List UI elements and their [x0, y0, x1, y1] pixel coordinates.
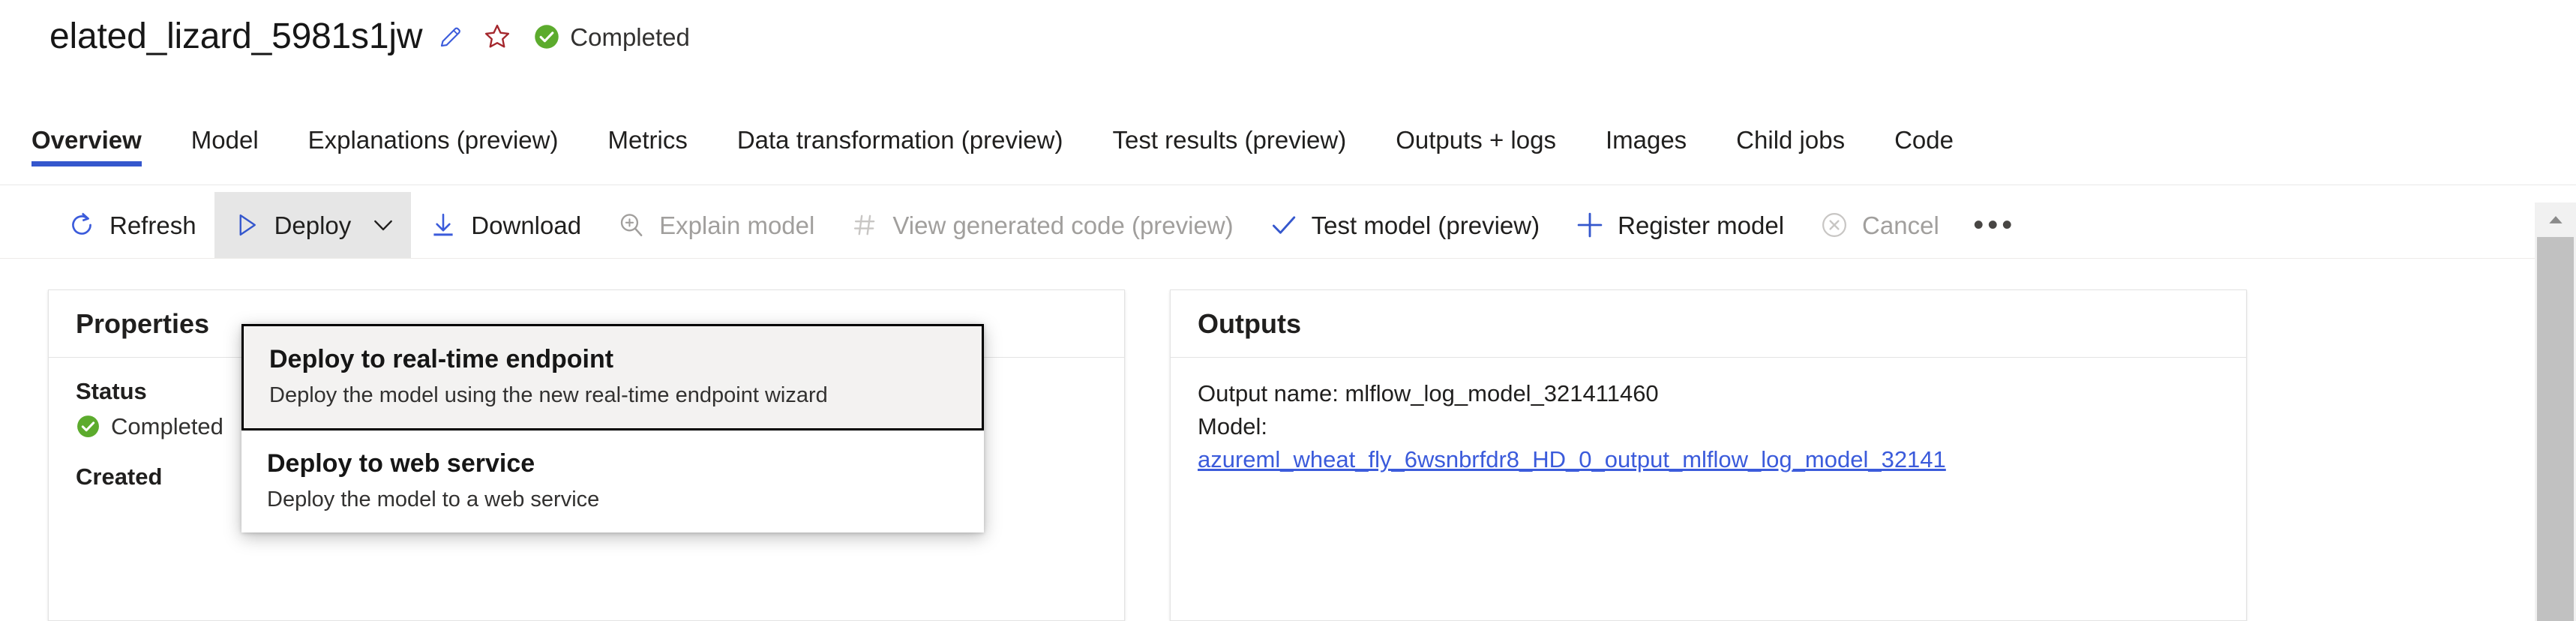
- tab-code[interactable]: Code: [1894, 120, 1954, 172]
- tab-label: Child jobs: [1736, 126, 1846, 154]
- tab-model[interactable]: Model: [191, 120, 259, 172]
- outputs-panel: Outputs Output name: mlflow_log_model_32…: [1170, 290, 2247, 621]
- refresh-icon: [67, 211, 96, 239]
- header-status: Completed: [533, 23, 690, 50]
- test-model-button[interactable]: Test model (preview): [1252, 192, 1558, 258]
- tab-label: Metrics: [607, 126, 688, 154]
- outputs-panel-header: Outputs: [1171, 290, 2246, 358]
- hash-icon: [850, 211, 879, 239]
- deploy-label: Deploy: [274, 211, 352, 239]
- scrollbar-thumb[interactable]: [2537, 237, 2574, 621]
- menu-item-title: Deploy to real-time endpoint: [269, 345, 614, 374]
- chevron-down-icon[interactable]: [370, 212, 396, 238]
- tab-metrics[interactable]: Metrics: [607, 120, 687, 172]
- magnifier-plus-icon: [617, 211, 646, 239]
- cancel-button[interactable]: Cancel: [1802, 192, 1957, 258]
- test-model-label: Test model (preview): [1311, 211, 1540, 239]
- tab-label: Code: [1894, 126, 1954, 154]
- check-circle-icon: [77, 415, 99, 437]
- cancel-circle-icon-glyph: [1822, 213, 1847, 237]
- view-generated-code-button[interactable]: View generated code (preview): [832, 192, 1251, 258]
- tab-label: Images: [1605, 126, 1687, 154]
- outputs-panel-title: Outputs: [1198, 308, 1301, 339]
- tab-explanations[interactable]: Explanations (preview): [308, 120, 559, 172]
- refresh-label: Refresh: [109, 211, 196, 239]
- tab-overview[interactable]: Overview: [31, 120, 142, 172]
- cancel-label: Cancel: [1862, 211, 1939, 239]
- tab-outputs-logs[interactable]: Outputs + logs: [1396, 120, 1556, 172]
- plus-icon-glyph: [1577, 212, 1603, 238]
- checkmark-icon-glyph: [1272, 216, 1295, 234]
- command-bar: Refresh Deploy Download Explain model Vi…: [0, 192, 2535, 258]
- check-circle-icon: [535, 25, 559, 49]
- vertical-scrollbar[interactable]: [2535, 202, 2576, 621]
- model-label: Model:: [1198, 413, 1268, 440]
- model-link[interactable]: azureml_wheat_fly_6wsnbrfdr8_HD_0_output…: [1198, 443, 1946, 476]
- register-model-label: Register model: [1618, 211, 1785, 239]
- play-triangle-icon: [232, 211, 261, 239]
- star-icon-glyph: [485, 24, 510, 48]
- hash-icon-glyph: [854, 214, 875, 236]
- register-model-button[interactable]: Register model: [1558, 192, 1802, 258]
- header-status-text: Completed: [570, 22, 690, 51]
- page-title: elated_lizard_5981s1jw: [49, 16, 423, 56]
- menu-item-description: Deploy the model to a web service: [267, 487, 600, 512]
- download-label: Download: [471, 211, 582, 239]
- tab-label: Model: [190, 126, 259, 154]
- tab-bar: Overview Model Explanations (preview) Me…: [0, 120, 2576, 186]
- deploy-dropdown-menu: Deploy to real-time endpoint Deploy the …: [241, 324, 984, 533]
- status-value: Completed: [111, 412, 223, 440]
- explain-model-button[interactable]: Explain model: [599, 192, 832, 258]
- output-name-line: Output name: mlflow_log_model_321411460: [1198, 380, 1659, 406]
- magnifier-plus-icon-glyph: [620, 214, 643, 237]
- menu-item-title: Deploy to web service: [267, 449, 535, 478]
- properties-panel-title: Properties: [76, 308, 210, 339]
- refresh-icon-glyph: [72, 212, 91, 235]
- view-generated-code-label: View generated code (preview): [892, 211, 1234, 239]
- tab-data-transformation[interactable]: Data transformation (preview): [737, 120, 1063, 172]
- command-bar-divider: [0, 258, 2535, 259]
- scroll-up-arrow-icon-glyph: [2548, 216, 2563, 224]
- pencil-icon-glyph: [441, 27, 461, 47]
- tab-test-results[interactable]: Test results (preview): [1112, 120, 1346, 172]
- tab-label: Overview: [31, 126, 142, 154]
- tab-label: Explanations (preview): [307, 126, 559, 154]
- page-title-row: elated_lizard_5981s1jw Completed: [49, 16, 690, 57]
- cancel-circle-icon: [1820, 211, 1849, 239]
- tab-label: Outputs + logs: [1396, 126, 1556, 154]
- deploy-split-button[interactable]: Deploy: [214, 192, 412, 258]
- tab-images[interactable]: Images: [1606, 120, 1687, 172]
- refresh-button[interactable]: Refresh: [49, 192, 214, 258]
- menu-item-deploy-realtime-endpoint[interactable]: Deploy to real-time endpoint Deploy the …: [241, 324, 984, 431]
- menu-item-deploy-web-service[interactable]: Deploy to web service Deploy the model t…: [241, 430, 984, 533]
- tab-label: Test results (preview): [1112, 126, 1347, 154]
- plus-icon: [1576, 211, 1604, 239]
- tab-label: Data transformation (preview): [736, 126, 1063, 154]
- star-icon[interactable]: [479, 19, 515, 55]
- download-button[interactable]: Download: [411, 192, 599, 258]
- download-arrow-icon: [429, 211, 457, 239]
- tab-bar-divider: [0, 184, 2576, 185]
- chevron-down-icon-glyph: [374, 220, 393, 231]
- tab-child-jobs[interactable]: Child jobs: [1736, 120, 1845, 172]
- checkmark-icon: [1270, 211, 1298, 239]
- pencil-icon[interactable]: [433, 19, 469, 55]
- play-triangle-icon-glyph: [239, 214, 256, 236]
- job-details-page: elated_lizard_5981s1jw Completed Overvie…: [0, 0, 2576, 621]
- scroll-up-arrow-icon[interactable]: [2535, 202, 2576, 237]
- outputs-panel-body: Output name: mlflow_log_model_321411460 …: [1171, 358, 2246, 476]
- download-arrow-icon-glyph: [433, 213, 453, 236]
- menu-item-description: Deploy the model using the new real-time…: [269, 382, 828, 407]
- more-horizontal-label: •••: [1973, 208, 2017, 242]
- more-horizontal-icon[interactable]: •••: [1966, 192, 2023, 258]
- explain-model-label: Explain model: [659, 211, 815, 239]
